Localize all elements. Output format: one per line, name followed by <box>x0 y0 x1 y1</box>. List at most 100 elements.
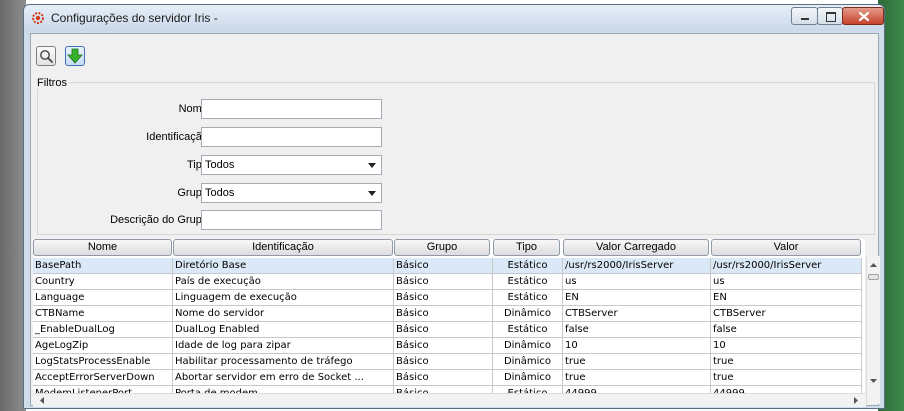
cell-valor-carregado: true <box>563 370 711 386</box>
column-header-valor-carregado[interactable]: Valor Carregado <box>563 239 709 256</box>
cell-tipo: Estático <box>493 258 563 274</box>
cell-tipo: Dinâmico <box>493 306 563 322</box>
minimize-button[interactable] <box>791 7 818 25</box>
download-button[interactable] <box>65 46 85 66</box>
cell-valor: 44999 <box>711 386 862 393</box>
cell-valor-carregado: us <box>563 274 711 290</box>
cell-valor: CTBServer <box>711 306 862 322</box>
cell-tipo: Dinâmico <box>493 370 563 386</box>
cell-grupo: Básico <box>394 386 493 393</box>
column-header-grupo[interactable]: Grupo <box>394 239 490 256</box>
vertical-scrollbar[interactable] <box>866 256 880 404</box>
app-gear-icon <box>32 12 44 24</box>
identificacao-input[interactable] <box>201 127 382 147</box>
cell-valor: false <box>711 322 862 338</box>
cell-grupo: Básico <box>394 306 493 322</box>
cell-identificacao: Diretório Base <box>173 258 394 274</box>
column-header-identificacao[interactable]: Identificação <box>173 239 393 256</box>
tipo-select[interactable]: Todos <box>201 155 382 175</box>
chevron-down-icon <box>368 191 376 196</box>
nome-input[interactable] <box>201 99 382 119</box>
horizontal-scrollbar[interactable] <box>33 393 866 407</box>
column-header-nome[interactable]: Nome <box>33 239 172 256</box>
maximize-icon <box>826 12 836 22</box>
cell-grupo: Básico <box>394 290 493 306</box>
close-icon <box>858 11 870 22</box>
table-row[interactable]: _EnableDualLog DualLog Enabled Básico Estát… <box>33 322 862 338</box>
client-area: Filtros Nome: Identificação: Tipo: Todos… <box>30 33 880 407</box>
cell-valor-carregado: CTBServer <box>563 306 711 322</box>
scroll-right-icon <box>854 397 858 404</box>
cell-tipo: Estático <box>493 274 563 290</box>
cell-valor-carregado: false <box>563 322 711 338</box>
cell-grupo: Básico <box>394 338 493 354</box>
config-table: Nome Identificação Grupo Tipo Valor Carr… <box>33 239 865 393</box>
cell-nome: AgeLogZip <box>33 338 173 354</box>
search-button[interactable] <box>36 46 56 66</box>
cell-valor: /usr/rs2000/IrisServer <box>711 258 862 274</box>
table-row[interactable]: Language Linguagem de execução Básico Estát… <box>33 290 862 306</box>
cell-valor: 10 <box>711 338 862 354</box>
cell-grupo: Básico <box>394 370 493 386</box>
minimize-icon <box>801 18 809 20</box>
column-header-valor[interactable]: Valor <box>711 239 861 256</box>
cell-tipo: Estático <box>493 322 563 338</box>
table-row[interactable]: CTBName Nome do servidor Básico Dinâmico CTB… <box>33 306 862 322</box>
cell-identificacao: Habilitar processamento de tráfego <box>173 354 394 370</box>
cell-valor: true <box>711 370 862 386</box>
table-row[interactable]: ModemListenerPortPorta de modemBásicoEst… <box>33 386 862 393</box>
scroll-up-icon <box>870 263 877 267</box>
cell-identificacao: Linguagem de execução <box>173 290 394 306</box>
cell-valor-carregado: 10 <box>563 338 711 354</box>
tipo-selected-value: Todos <box>205 159 235 171</box>
filters-title: Filtros <box>37 77 69 89</box>
table-row[interactable]: AgeLogZip Idade de log para zipar Básico Di… <box>33 338 862 354</box>
cell-identificacao: País de execução <box>173 274 394 290</box>
cell-tipo: Dinâmico <box>493 338 563 354</box>
table-row[interactable]: LogStatsProcessEnable Habilitar processam… <box>33 354 862 370</box>
cell-grupo: Básico <box>394 258 493 274</box>
search-icon <box>40 50 53 63</box>
title-bar[interactable]: Configurações do servidor Iris - <box>24 5 884 31</box>
server-config-window: Configurações do servidor Iris - Filtros <box>23 4 885 409</box>
cell-nome: LogStatsProcessEnable <box>33 354 173 370</box>
maximize-button[interactable] <box>817 7 843 25</box>
cell-tipo: Estático <box>493 386 563 393</box>
cell-valor: true <box>711 354 862 370</box>
cell-grupo: Básico <box>394 354 493 370</box>
cell-valor-carregado: EN <box>563 290 711 306</box>
cell-identificacao: DualLog Enabled <box>173 322 394 338</box>
cell-identificacao: Abortar servidor em erro de Socket ... <box>173 370 394 386</box>
descricao-grupo-label: Descrição do Grupo: <box>110 214 211 226</box>
cell-grupo: Básico <box>394 274 493 290</box>
descricao-grupo-input[interactable] <box>201 210 382 230</box>
cell-nome: ModemListenerPort <box>33 386 173 393</box>
cell-nome: AcceptErrorServerDown <box>33 370 173 386</box>
grupo-selected-value: Todos <box>205 187 235 199</box>
cell-identificacao: Idade de log para zipar <box>173 338 394 354</box>
column-header-tipo[interactable]: Tipo <box>493 239 560 256</box>
table-row[interactable]: Country País de execução Básico Estático us u… <box>33 274 862 290</box>
grupo-select[interactable]: Todos <box>201 183 382 203</box>
scroll-left-icon <box>40 397 44 404</box>
cell-nome: Country <box>33 274 173 290</box>
cell-tipo: Estático <box>493 290 563 306</box>
green-down-arrow-icon <box>67 48 83 64</box>
cell-nome: Language <box>33 290 173 306</box>
scrollbar-thumb[interactable] <box>868 274 879 280</box>
cell-grupo: Básico <box>394 322 493 338</box>
cell-valor-carregado: 44999 <box>563 386 711 393</box>
cell-valor-carregado: /usr/rs2000/IrisServer <box>563 258 711 274</box>
cell-valor: EN <box>711 290 862 306</box>
cell-tipo: Dinâmico <box>493 354 563 370</box>
cell-identificacao: Nome do servidor <box>173 306 394 322</box>
window-title: Configurações do servidor Iris - <box>51 11 218 25</box>
table-row[interactable]: AcceptErrorServerDown Abortar servidor em… <box>33 370 862 386</box>
cell-nome: CTBName <box>33 306 173 322</box>
scroll-down-icon <box>870 379 877 383</box>
cell-nome: BasePath <box>33 258 173 274</box>
table-row[interactable]: BasePath Diretório Base Básico Estático/usr… <box>33 258 862 274</box>
cell-valor: us <box>711 274 862 290</box>
close-button[interactable] <box>842 7 884 25</box>
chevron-down-icon <box>368 163 376 168</box>
